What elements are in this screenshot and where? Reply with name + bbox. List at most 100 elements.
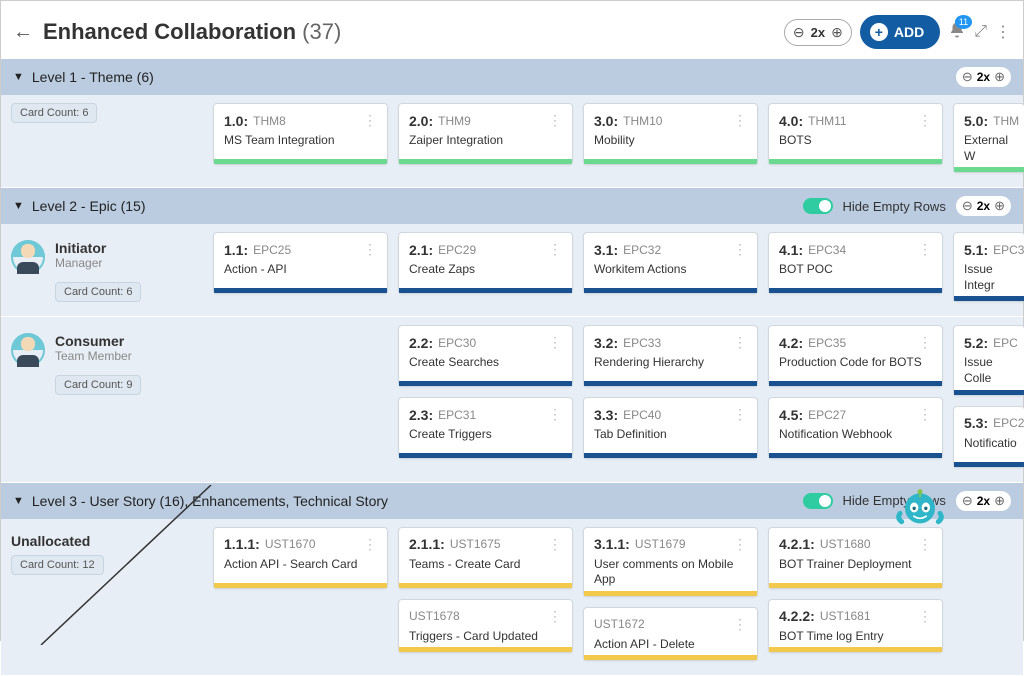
more-icon[interactable]: ⋮ xyxy=(995,22,1011,42)
card[interactable]: 1.1:EPC25⋮Action - API xyxy=(213,232,388,294)
card-status-bar xyxy=(399,583,572,588)
card-title: BOT Time log Entry xyxy=(779,629,932,645)
chevron-down-icon[interactable]: ▼ xyxy=(13,200,24,212)
chevron-down-icon[interactable]: ▼ xyxy=(13,495,24,507)
card-menu-icon[interactable]: ⋮ xyxy=(733,112,747,129)
card-menu-icon[interactable]: ⋮ xyxy=(733,406,747,423)
card-menu-icon[interactable]: ⋮ xyxy=(918,241,932,258)
card[interactable]: 3.1.1:UST1679⋮User comments on Mobile Ap… xyxy=(583,527,758,597)
card[interactable]: 1.0:THM8⋮MS Team Integration xyxy=(213,103,388,165)
zoom-control[interactable]: ⊖ 2x ⊕ xyxy=(784,19,852,46)
card-status-bar xyxy=(584,655,757,660)
card-id: EPC2 xyxy=(993,416,1024,430)
card[interactable]: 3.2:EPC33⋮Rendering Hierarchy xyxy=(583,325,758,387)
card-number: 4.2.1: xyxy=(779,536,815,552)
role-name: Initiator xyxy=(55,240,106,256)
zoom-out-icon[interactable]: ⊖ xyxy=(962,69,973,85)
card-menu-icon[interactable]: ⋮ xyxy=(363,112,377,129)
card-menu-icon[interactable]: ⋮ xyxy=(918,112,932,129)
card-menu-icon[interactable]: ⋮ xyxy=(918,406,932,423)
add-button[interactable]: + ADD xyxy=(860,15,940,49)
card[interactable]: 5.1:EPC3⋮Issue Integr xyxy=(953,232,1024,302)
card[interactable]: UST1672⋮Action API - Delete xyxy=(583,607,758,662)
card-status-bar xyxy=(214,583,387,588)
card-menu-icon[interactable]: ⋮ xyxy=(918,536,932,553)
card[interactable]: 4.2.2:UST1681⋮BOT Time log Entry xyxy=(768,599,943,654)
card-menu-icon[interactable]: ⋮ xyxy=(733,616,747,633)
card[interactable]: 4.5:EPC27⋮Notification Webhook xyxy=(768,397,943,459)
card-number: 1.0: xyxy=(224,113,248,129)
card-id: EPC xyxy=(993,336,1018,350)
card-status-bar xyxy=(399,288,572,293)
card-status-bar xyxy=(954,462,1024,467)
level-zoom[interactable]: ⊖2x⊕ xyxy=(956,196,1011,216)
zoom-in-icon[interactable]: ⊕ xyxy=(994,493,1005,509)
card[interactable]: 4.2.1:UST1680⋮BOT Trainer Deployment xyxy=(768,527,943,589)
card-status-bar xyxy=(399,381,572,386)
back-arrow[interactable]: ← xyxy=(13,21,33,44)
card-menu-icon[interactable]: ⋮ xyxy=(733,536,747,553)
zoom-out-icon[interactable]: ⊖ xyxy=(962,493,973,509)
level-header[interactable]: ▼Level 3 - User Story (16), Enhancements… xyxy=(1,483,1023,519)
card-status-bar xyxy=(584,591,757,596)
card-count-pill: Card Count: 6 xyxy=(11,103,97,123)
card[interactable]: 2.3:EPC31⋮Create Triggers xyxy=(398,397,573,459)
card-menu-icon[interactable]: ⋮ xyxy=(918,334,932,351)
card-menu-icon[interactable]: ⋮ xyxy=(548,406,562,423)
level-zoom[interactable]: ⊖2x⊕ xyxy=(956,67,1011,87)
card-status-bar xyxy=(954,390,1024,395)
card[interactable]: 2.1.1:UST1675⋮Teams - Create Card xyxy=(398,527,573,589)
zoom-in-icon[interactable]: ⊕ xyxy=(994,198,1005,214)
zoom-label: 2x xyxy=(977,494,990,508)
card[interactable]: 5.0:THM⋮External W xyxy=(953,103,1024,173)
card[interactable]: UST1678⋮Triggers - Card Updated xyxy=(398,599,573,654)
column: 1.0:THM8⋮MS Team Integration xyxy=(213,103,388,173)
card-menu-icon[interactable]: ⋮ xyxy=(363,536,377,553)
card[interactable]: 2.2:EPC30⋮Create Searches xyxy=(398,325,573,387)
card-menu-icon[interactable]: ⋮ xyxy=(548,112,562,129)
card[interactable]: 4.2:EPC35⋮Production Code for BOTS xyxy=(768,325,943,387)
card-menu-icon[interactable]: ⋮ xyxy=(548,241,562,258)
card-number: 5.1: xyxy=(964,242,988,258)
zoom-out-icon[interactable]: ⊖ xyxy=(793,24,805,41)
bot-avatar-icon[interactable] xyxy=(895,485,945,535)
expand-icon[interactable]: ⤢ xyxy=(974,23,987,41)
zoom-out-icon[interactable]: ⊖ xyxy=(962,198,973,214)
card-menu-icon[interactable]: ⋮ xyxy=(733,334,747,351)
card-menu-icon[interactable]: ⋮ xyxy=(548,536,562,553)
card[interactable]: 2.0:THM9⋮Zaiper Integration xyxy=(398,103,573,165)
card-count-pill: Card Count: 9 xyxy=(55,375,141,395)
card-id: EPC34 xyxy=(808,243,846,257)
level-header[interactable]: ▼Level 1 - Theme (6)⊖2x⊕ xyxy=(1,59,1023,95)
card[interactable]: 5.3:EPC2⋮Notificatio xyxy=(953,406,1024,468)
card[interactable]: 3.3:EPC40⋮Tab Definition xyxy=(583,397,758,459)
zoom-in-icon[interactable]: ⊕ xyxy=(994,69,1005,85)
card-status-bar xyxy=(769,288,942,293)
card[interactable]: 2.1:EPC29⋮Create Zaps xyxy=(398,232,573,294)
card[interactable]: 3.0:THM10⋮Mobility xyxy=(583,103,758,165)
hide-rows-toggle[interactable] xyxy=(803,493,833,509)
card-menu-icon[interactable]: ⋮ xyxy=(733,241,747,258)
card[interactable]: 1.1.1:UST1670⋮Action API - Search Card xyxy=(213,527,388,589)
card[interactable]: 3.1:EPC32⋮Workitem Actions xyxy=(583,232,758,294)
zoom-in-icon[interactable]: ⊕ xyxy=(831,24,843,41)
chevron-down-icon[interactable]: ▼ xyxy=(13,71,24,83)
level-zoom[interactable]: ⊖ 2x ⊕ xyxy=(956,491,1011,511)
card-menu-icon[interactable]: ⋮ xyxy=(548,334,562,351)
card-menu-icon[interactable]: ⋮ xyxy=(918,608,932,625)
card[interactable]: 4.0:THM11⋮BOTS xyxy=(768,103,943,165)
notifications-button[interactable]: 11 xyxy=(948,21,966,44)
card-menu-icon[interactable]: ⋮ xyxy=(548,608,562,625)
card[interactable]: 5.2:EPC⋮Issue Colle xyxy=(953,325,1024,395)
column: 2.1.1:UST1675⋮Teams - Create Card UST1678… xyxy=(398,527,573,662)
hide-rows-toggle[interactable] xyxy=(803,198,833,214)
avatar xyxy=(11,240,45,274)
card-title: Rendering Hierarchy xyxy=(594,355,747,371)
card[interactable]: 4.1:EPC34⋮BOT POC xyxy=(768,232,943,294)
level-label: Level 2 - Epic (15) xyxy=(32,198,146,214)
card-id: EPC27 xyxy=(808,408,846,422)
level-header[interactable]: ▼Level 2 - Epic (15)Hide Empty Rows⊖2x⊕ xyxy=(1,188,1023,224)
card-menu-icon[interactable]: ⋮ xyxy=(363,241,377,258)
card-id: EPC30 xyxy=(438,336,476,350)
column: 1.1:EPC25⋮Action - API xyxy=(213,232,388,302)
